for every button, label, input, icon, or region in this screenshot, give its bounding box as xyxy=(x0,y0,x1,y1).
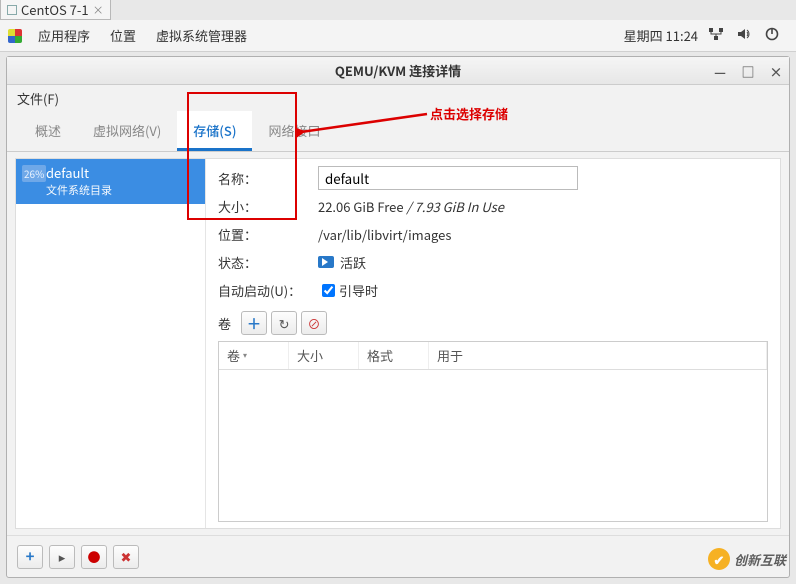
system-tray xyxy=(708,26,788,46)
menu-apps[interactable]: 应用程序 xyxy=(28,20,100,52)
storage-detail-panel: 名称： 大小： 22.06 GiB Free / 7.93 GiB In Use… xyxy=(206,159,780,528)
window-title: QEMU/KVM 连接详情 xyxy=(335,61,461,80)
window-close-button[interactable]: × xyxy=(769,64,783,78)
label-name: 名称： xyxy=(218,169,318,188)
sort-indicator-icon: ▾ xyxy=(243,350,247,361)
pool-delete-button[interactable]: ✖ xyxy=(113,545,139,569)
watermark-text: 创新互联 xyxy=(734,550,786,569)
menu-vmm[interactable]: 虚拟系统管理器 xyxy=(146,20,257,52)
pool-stop-button[interactable]: ● xyxy=(81,545,107,569)
storage-pool-list: 26% default 文件系统目录 xyxy=(16,159,206,528)
value-location: /var/lib/libvirt/images xyxy=(318,225,451,244)
pool-toolbar: + ▸ ● ✖ xyxy=(7,535,789,577)
volume-refresh-button[interactable]: ↻ xyxy=(271,311,297,335)
os-tab-close[interactable]: × xyxy=(93,2,104,18)
value-autostart: 引导时 xyxy=(339,281,378,300)
watermark: ✔ 创新互联 xyxy=(708,548,786,570)
network-icon[interactable] xyxy=(708,26,724,46)
pool-start-button[interactable]: ▸ xyxy=(49,545,75,569)
volume-list[interactable]: 卷▾ 大小 格式 用于 xyxy=(218,341,768,522)
col-format[interactable]: 格式 xyxy=(359,342,429,369)
checkbox-autostart[interactable] xyxy=(322,284,335,297)
volume-list-header: 卷▾ 大小 格式 用于 xyxy=(219,342,767,370)
label-size: 大小： xyxy=(218,197,318,216)
volume-toolbar: 卷 ＋ ↻ ⊘ xyxy=(218,311,768,335)
annotation-text: 点击选择存储 xyxy=(430,104,508,123)
window-minimize-button[interactable]: — xyxy=(713,64,727,78)
pool-add-button[interactable]: + xyxy=(17,545,43,569)
value-state: 活跃 xyxy=(318,253,366,272)
value-size: 22.06 GiB Free / 7.93 GiB In Use xyxy=(318,197,504,216)
desktop-menubar: 应用程序 位置 虚拟系统管理器 星期四 11:24 xyxy=(0,20,796,52)
tab-overview[interactable]: 概述 xyxy=(19,111,77,151)
label-autostart: 自动启动(U)： xyxy=(218,281,318,300)
col-size[interactable]: 大小 xyxy=(289,342,359,369)
pool-name: default xyxy=(46,163,197,182)
content-area: 26% default 文件系统目录 名称： 大小： 22.06 GiB Fre… xyxy=(15,158,781,529)
label-state: 状态： xyxy=(218,253,318,272)
label-volumes: 卷 xyxy=(218,314,231,333)
os-tab-icon xyxy=(7,5,17,15)
clock[interactable]: 星期四 11:24 xyxy=(624,26,698,45)
input-pool-name[interactable] xyxy=(318,166,578,190)
tab-storage[interactable]: 存储(S) xyxy=(177,111,252,151)
volume-icon[interactable] xyxy=(736,26,752,46)
activities-icon[interactable] xyxy=(8,29,22,43)
state-active-icon xyxy=(318,256,334,268)
col-volume[interactable]: 卷▾ xyxy=(219,342,289,369)
connection-details-window: QEMU/KVM 连接详情 — □ × 文件(F) 概述 虚拟网络(V) 存储(… xyxy=(6,56,790,578)
pool-type: 文件系统目录 xyxy=(46,182,197,198)
storage-pool-item-default[interactable]: 26% default 文件系统目录 xyxy=(16,159,205,204)
window-menubar: 文件(F) xyxy=(7,85,789,111)
volume-add-button[interactable]: ＋ xyxy=(241,311,267,335)
os-tab[interactable]: CentOS 7-1 × xyxy=(0,0,111,20)
pool-usage-pct: 26% xyxy=(22,165,46,182)
watermark-badge-icon: ✔ xyxy=(708,548,730,570)
tabs: 概述 虚拟网络(V) 存储(S) 网络接口 xyxy=(7,111,789,152)
menu-places[interactable]: 位置 xyxy=(100,20,146,52)
tab-network-interfaces[interactable]: 网络接口 xyxy=(252,111,336,151)
power-icon[interactable] xyxy=(764,26,780,46)
os-tab-label: CentOS 7-1 xyxy=(21,0,89,19)
volume-delete-button[interactable]: ⊘ xyxy=(301,311,327,335)
window-maximize-button[interactable]: □ xyxy=(741,64,755,78)
window-titlebar[interactable]: QEMU/KVM 连接详情 — □ × xyxy=(7,57,789,85)
menu-file[interactable]: 文件(F) xyxy=(17,89,59,108)
label-location: 位置： xyxy=(218,225,318,244)
col-usedby[interactable]: 用于 xyxy=(429,342,767,369)
tab-virtual-networks[interactable]: 虚拟网络(V) xyxy=(77,111,177,151)
